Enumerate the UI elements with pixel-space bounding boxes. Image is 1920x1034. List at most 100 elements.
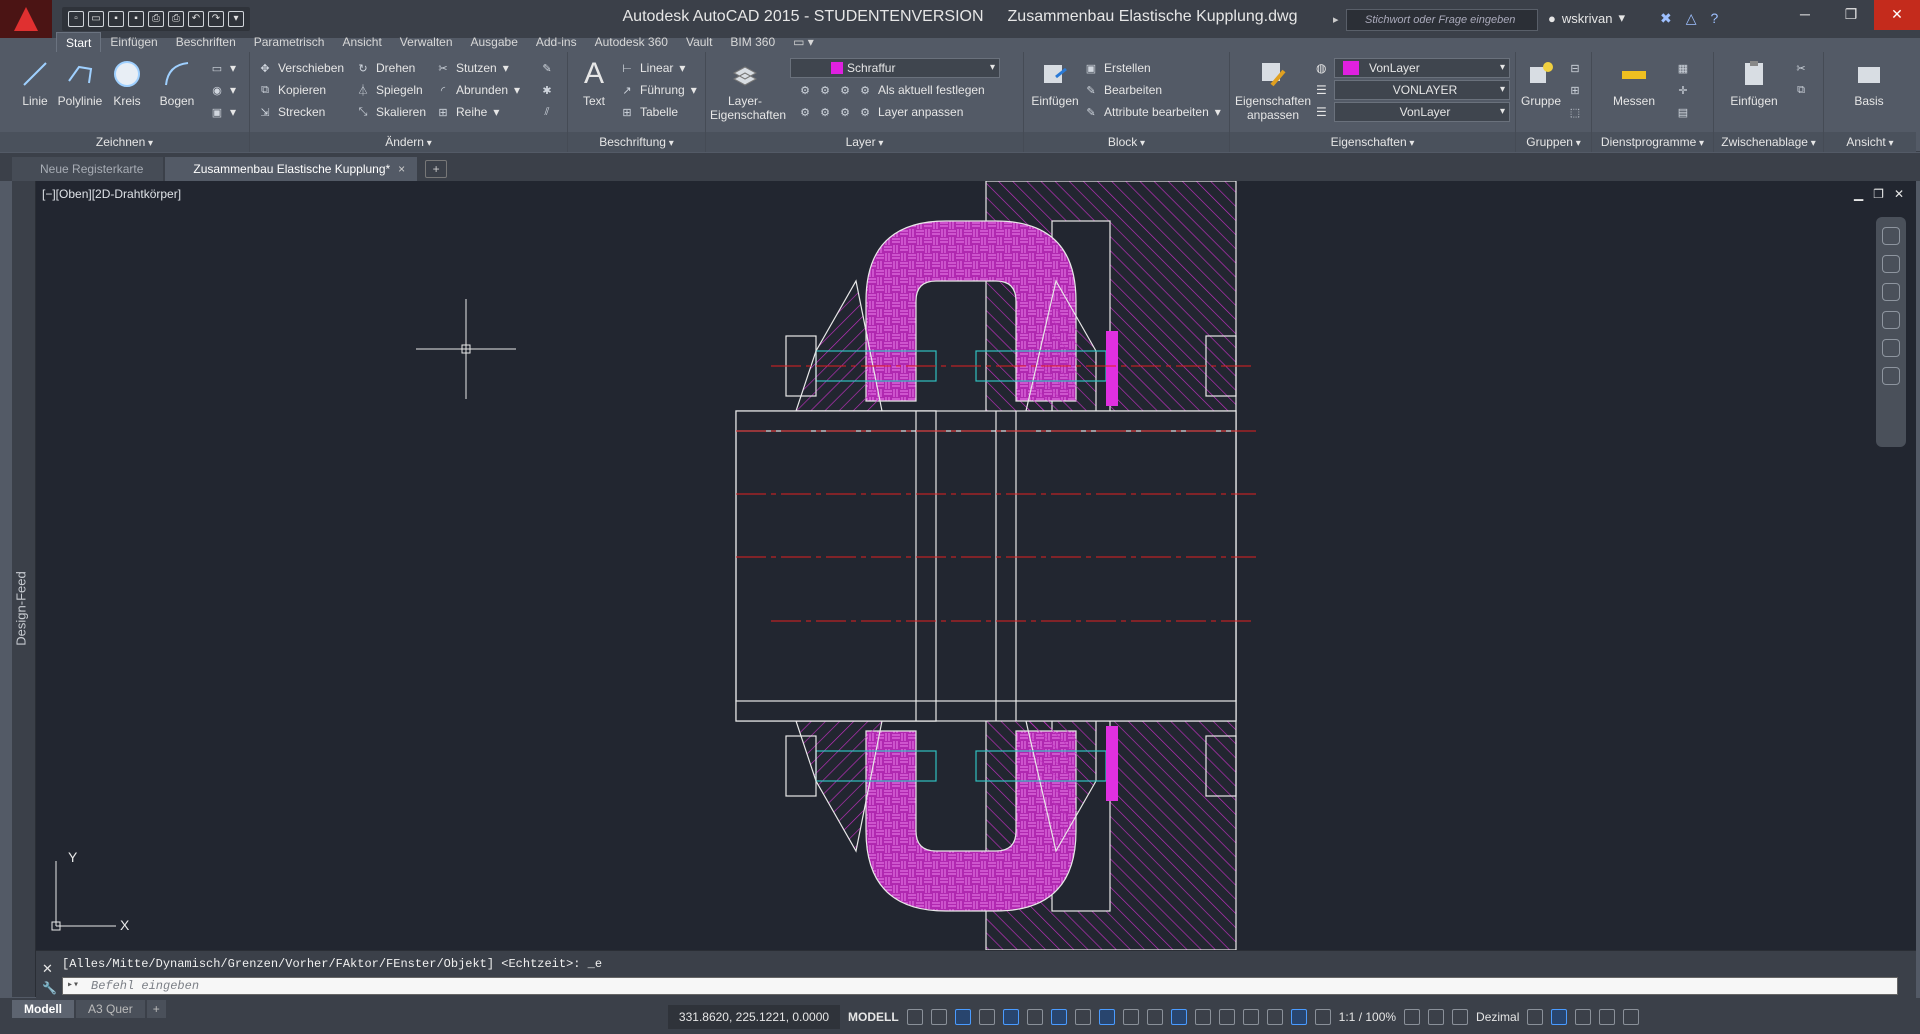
quick-calc-button[interactable]: ▦ [1676, 58, 1690, 78]
tab-add-ins[interactable]: Add-ins [527, 32, 586, 52]
customization-icon[interactable] [1623, 1009, 1640, 1025]
paste-button[interactable]: Einfügen [1724, 58, 1784, 108]
verschieben-button[interactable]: ✥ Verschieben [258, 58, 344, 78]
als-aktuell-button[interactable]: ⚙ ⚙ ⚙ ⚙ Als aktuell festlegen [798, 80, 985, 100]
cut-button[interactable]: ✂ [1794, 58, 1808, 78]
spiegeln-button[interactable]: ⏃ Spiegeln [356, 80, 423, 100]
fuehrung-button[interactable]: ↗ Führung ▾ [620, 80, 696, 100]
save-icon[interactable]: ▪ [108, 11, 124, 27]
3d-osnap-icon[interactable] [1194, 1009, 1211, 1025]
selection-cycling-icon[interactable] [1170, 1009, 1187, 1025]
help-search-input[interactable]: Stichwort oder Frage eingeben [1333, 9, 1538, 31]
isolate-objects-icon[interactable] [1452, 1009, 1469, 1025]
erase-button[interactable]: ✎ [540, 58, 554, 78]
restore-icon[interactable]: ❐ [1828, 0, 1874, 30]
tab-beschriften[interactable]: Beschriften [167, 32, 245, 52]
dynamic-ucs-icon[interactable] [1218, 1009, 1235, 1025]
tab-vault[interactable]: Vault [677, 32, 721, 52]
units-dropdown[interactable]: Dezimal [1476, 1010, 1519, 1024]
tab-zusammenbau[interactable]: Zusammenbau Elastische Kupplung* × [165, 157, 418, 181]
group-edit-button[interactable]: ⊞ [1568, 80, 1582, 100]
annotation-visibility-icon[interactable] [1290, 1009, 1307, 1025]
annotation-monitor-icon[interactable] [1428, 1009, 1445, 1025]
exchange-icon[interactable]: ✖ [1660, 10, 1672, 27]
panel-title-eigenschaften[interactable]: Eigenschaften [1230, 132, 1515, 152]
new-file-icon[interactable]: ▫ [68, 11, 84, 27]
reihe-button[interactable]: ⊞ Reihe ▾ [436, 102, 499, 122]
gizmo-icon[interactable] [1266, 1009, 1283, 1025]
user-account[interactable]: ● wskrivan ▾ [1548, 10, 1625, 26]
stutzen-button[interactable]: ✂ Stutzen ▾ [436, 58, 508, 78]
kopieren-button[interactable]: ⧉ Kopieren [258, 80, 326, 100]
autoscale-icon[interactable] [1314, 1009, 1331, 1025]
command-close-icon[interactable]: ✕ [42, 961, 53, 977]
tabelle-button[interactable]: ⊞ Tabelle [620, 102, 678, 122]
steering-wheel-icon[interactable] [1882, 227, 1900, 245]
gruppe-button[interactable]: Gruppe [1516, 58, 1566, 108]
panel-title-dienstprogramme[interactable]: Dienstprogramme [1592, 132, 1713, 152]
ungroup-button[interactable]: ⊟ [1568, 58, 1582, 78]
viewport-restore-icon[interactable]: ❐ [1873, 187, 1884, 201]
panel-title-block[interactable]: Block [1024, 132, 1229, 152]
isodraft-icon[interactable] [1050, 1009, 1067, 1025]
tab-einfuegen[interactable]: Einfügen [101, 32, 166, 52]
orbit-icon[interactable] [1882, 339, 1900, 357]
panel-title-gruppen[interactable]: Gruppen [1516, 132, 1591, 152]
linear-button[interactable]: ⊢ Linear ▾ [620, 58, 685, 78]
color-dropdown[interactable]: VonLayer [1334, 58, 1510, 78]
snap-icon[interactable] [930, 1009, 947, 1025]
tab-bim-360[interactable]: BIM 360 [721, 32, 784, 52]
ortho-icon[interactable] [1002, 1009, 1019, 1025]
panel-title-zwischenablage[interactable]: Zwischenablage [1714, 132, 1823, 152]
tab-parametrisch[interactable]: Parametrisch [245, 32, 334, 52]
panel-title-zeichnen[interactable]: Zeichnen [0, 132, 249, 152]
panel-title-aendern[interactable]: Ändern [250, 132, 567, 152]
redo-icon[interactable]: ↷ [208, 11, 224, 27]
polar-tracking-icon[interactable] [1026, 1009, 1043, 1025]
command-input[interactable]: Befehl eingeben [62, 977, 1898, 995]
model-space-button[interactable]: MODELL [848, 1010, 899, 1024]
messen-button[interactable]: Messen [1604, 58, 1664, 108]
workspace-gear-icon[interactable] [1404, 1009, 1421, 1025]
a360-icon[interactable]: △ [1686, 10, 1697, 27]
hardware-acceleration-icon[interactable] [1575, 1009, 1592, 1025]
block-erstellen-button[interactable]: ▣ Erstellen [1084, 58, 1151, 78]
viewport-close-icon[interactable]: ✕ [1894, 187, 1904, 201]
command-customize-icon[interactable]: 🔧 [42, 981, 57, 995]
boundary-tool[interactable]: ▣ ▾ [210, 102, 236, 122]
open-file-icon[interactable]: ▭ [88, 11, 104, 27]
pan-icon[interactable] [1882, 283, 1900, 301]
hatch-tool[interactable]: ◉ ▾ [210, 80, 236, 100]
coordinates-readout[interactable]: 331.8620, 225.1221, 0.0000 [668, 1005, 840, 1029]
strecken-button[interactable]: ⇲ Strecken [258, 102, 325, 122]
transparency-icon[interactable] [1146, 1009, 1163, 1025]
block-einfuegen-button[interactable]: Einfügen [1030, 58, 1080, 108]
explode-button[interactable]: ✱ [540, 80, 554, 100]
tab-start[interactable]: Start [56, 32, 102, 52]
polylinie-button[interactable]: Polylinie [52, 58, 108, 108]
text-button[interactable]: A Text [572, 57, 616, 108]
rectangle-tool[interactable]: ▭ ▾ [210, 58, 236, 78]
drehen-button[interactable]: ↻ Drehen [356, 58, 415, 78]
viewport-minimize-icon[interactable]: ▁ [1854, 187, 1863, 201]
clean-screen-icon[interactable] [1599, 1009, 1616, 1025]
tab-verwalten[interactable]: Verwalten [391, 32, 462, 52]
layer-dropdown[interactable]: Schraffur [790, 58, 1000, 78]
undo-icon[interactable]: ↶ [188, 11, 204, 27]
panel-title-beschriftung[interactable]: Beschriftung [568, 132, 705, 152]
save-as-icon[interactable]: ▪ [128, 11, 144, 27]
basis-button[interactable]: Basis [1844, 58, 1894, 108]
quick-properties-icon[interactable] [1527, 1009, 1544, 1025]
close-icon[interactable]: ✕ [1874, 0, 1920, 30]
id-point-button[interactable]: ✛ [1676, 80, 1690, 100]
tab-a3-quer[interactable]: A3 Quer [76, 1000, 145, 1018]
selection-filter-icon[interactable] [1242, 1009, 1259, 1025]
grid-icon[interactable] [906, 1009, 923, 1025]
object-snap-tracking-icon[interactable] [1074, 1009, 1091, 1025]
copy-clip-button[interactable]: ⧉ [1794, 80, 1808, 100]
drawing-viewport[interactable]: Y X [−][Oben][2D-Drahtkörper] ▁ ❐ ✕ [36, 181, 1916, 950]
viewport-controls[interactable]: [−][Oben][2D-Drahtkörper] [42, 187, 181, 201]
showmotion-icon[interactable] [1882, 367, 1900, 385]
new-layout-icon[interactable]: + [146, 1000, 166, 1018]
zoom-extents-icon[interactable] [1882, 311, 1900, 329]
